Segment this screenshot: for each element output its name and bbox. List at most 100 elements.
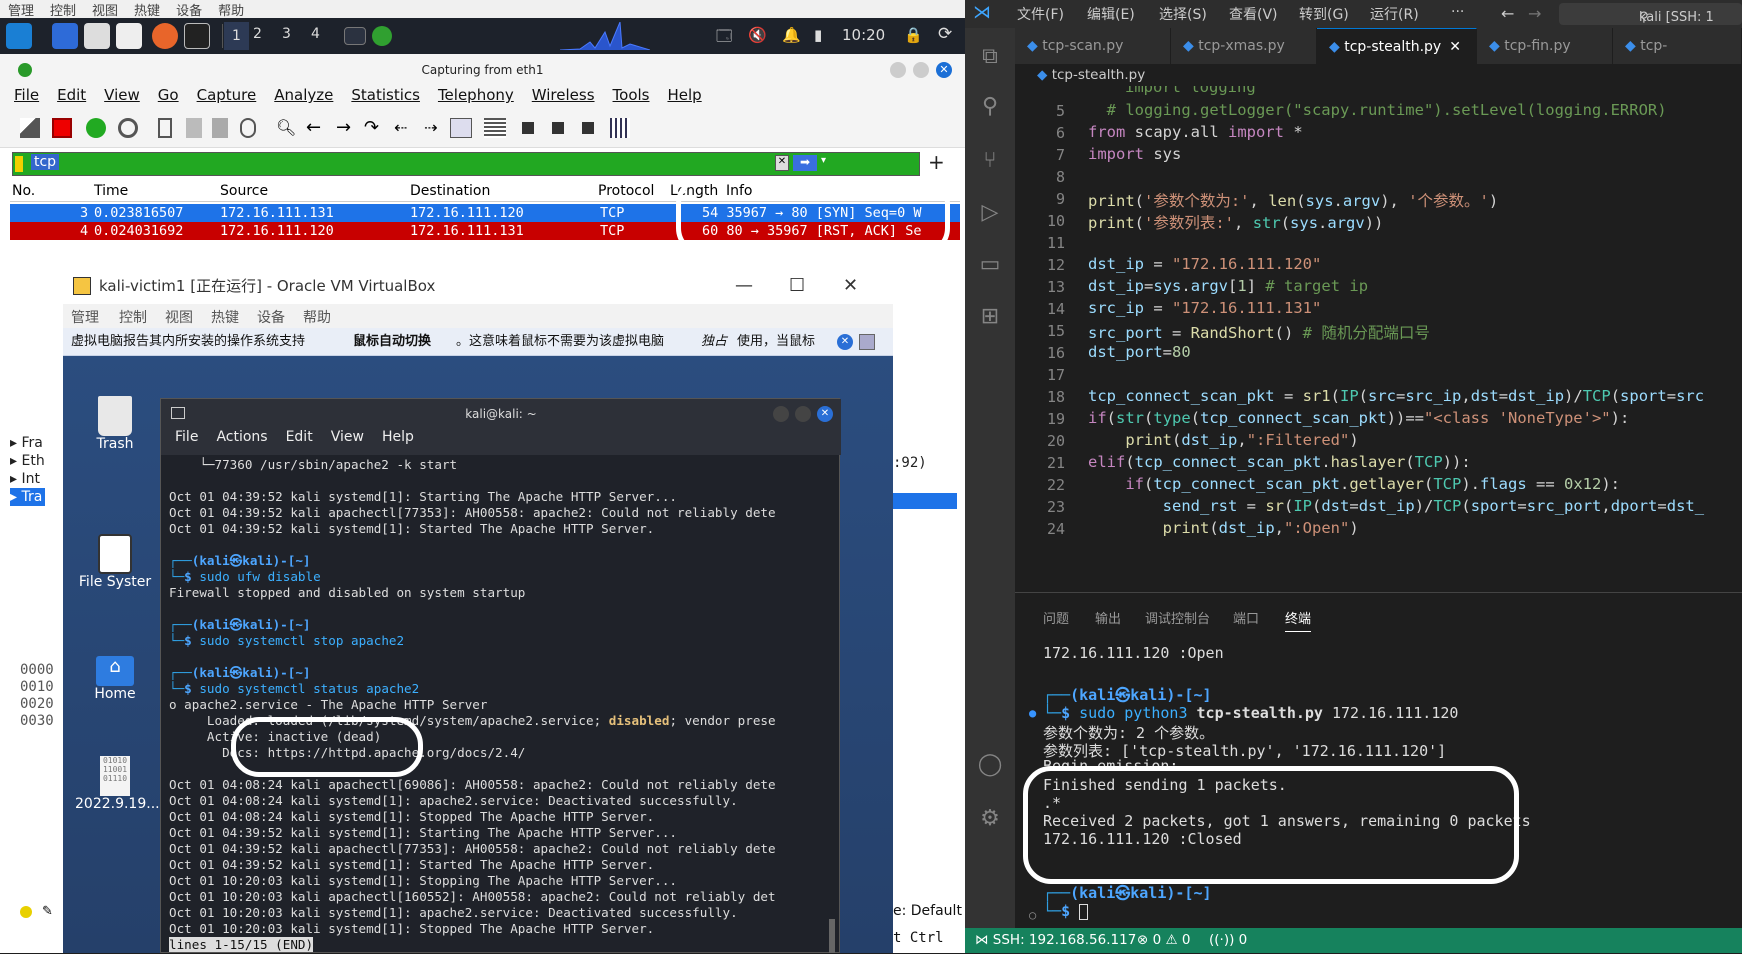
menu-go[interactable]: Go [158,86,179,104]
vbox-menu-item[interactable]: 设备 [257,307,285,327]
detail-row[interactable]: ▸ Int [10,470,45,488]
terminal-menu-item[interactable]: Help [382,429,414,445]
power-icon[interactable]: ⟳ [938,24,952,44]
kali-menu-icon[interactable] [6,23,32,49]
problems-indicator[interactable]: ⊗ 0 ⚠ 0 [1137,928,1191,953]
vs-menu-file[interactable]: 文件(F) [1017,4,1064,24]
terminal-close-button[interactable]: ✕ [817,406,833,422]
vbox-menu-item[interactable]: 热键 [211,307,239,327]
ports-indicator[interactable]: ((·)) 0 [1209,928,1247,953]
terminal-maximize-button[interactable] [795,406,811,422]
autoscroll-icon[interactable] [450,118,472,138]
goto-packet-icon[interactable]: ↷ [364,118,384,138]
resize-columns-icon[interactable] [610,118,630,138]
remote-explorer-icon[interactable]: ▭ [976,252,1004,280]
menu-wireless[interactable]: Wireless [532,86,595,104]
desktop-icon-file[interactable]: 01010 11001 01110 2022.9.19... [75,756,160,812]
battery-icon[interactable]: ▮ [814,26,822,44]
menu-view[interactable]: View [104,86,140,104]
workspace-4[interactable]: 4 [311,26,320,42]
profile-label[interactable]: e: Default [893,903,962,919]
host-menu-item[interactable]: 控制 [50,4,76,19]
close-tab-icon[interactable]: ✕ [1449,39,1461,55]
save-file-icon[interactable] [186,118,202,138]
vbox-maximize-button[interactable]: ☐ [789,268,805,304]
terminal-output[interactable]: └─77360 /usr/sbin/apache2 -k start Oct 0… [169,457,839,954]
col-source[interactable]: Source [220,183,268,199]
panel-tab-problems[interactable]: 问题 [1043,608,1069,627]
vs-menu-goto[interactable]: 转到(G) [1299,4,1349,24]
notification-icon[interactable]: 🗔 [716,26,732,51]
detail-row[interactable]: ▸ Fra [10,434,45,452]
terminal-menu-item[interactable]: File [175,429,198,445]
menu-help[interactable]: Help [667,86,701,104]
zoom-normal-icon[interactable] [582,122,594,134]
nav-forward-icon[interactable]: → [1528,4,1541,23]
edit-comment-icon[interactable]: ✎ [42,904,53,919]
desktop-icon-filesystem[interactable]: File Syster [75,534,155,590]
host-menu-item[interactable]: 热键 [134,4,160,19]
panel-tab-output[interactable]: 输出 [1095,608,1121,627]
terminal-scrollbar[interactable] [829,919,835,953]
first-packet-icon[interactable]: ⇠ [394,118,414,138]
find-icon[interactable]: 🔍︎ [276,118,296,138]
search-icon[interactable]: ⚲ [976,94,1004,122]
menu-tools[interactable]: Tools [613,86,650,104]
vs-menu-edit[interactable]: 编辑(E) [1087,4,1135,24]
stop-capture-icon[interactable] [52,118,72,138]
close-file-icon[interactable] [212,118,228,138]
clear-filter-icon[interactable]: ✕ [775,155,789,171]
minimize-button[interactable] [890,62,906,78]
vs-menu-more[interactable]: ··· [1451,4,1464,20]
tab-tcp-more[interactable]: ◆ tcp- [1613,28,1742,64]
desktop-icon-trash[interactable]: Trash [75,396,155,452]
host-menu-item[interactable]: 管理 [8,4,34,19]
notice-close-icon[interactable]: ✕ [837,334,853,350]
packet-row[interactable]: 3 0.023816507 172.16.111.131 172.16.111.… [10,204,960,222]
capture-options-icon[interactable] [118,118,138,138]
terminal-menu-item[interactable]: Edit [286,429,313,445]
notice-mouse-icon[interactable] [859,334,875,350]
close-button[interactable]: ✕ [936,62,952,78]
settings-gear-icon[interactable]: ⚙ [976,806,1004,834]
terminal-minimize-button[interactable] [773,406,789,422]
mute-icon[interactable]: 🔇 [748,26,767,44]
tab-tcp-xmas[interactable]: ◆ tcp-xmas.py [1171,28,1317,64]
desktop-icon[interactable] [52,23,78,49]
panel-tab-debug-console[interactable]: 调试控制台 [1145,608,1210,627]
col-time[interactable]: Time [94,183,128,199]
lock-icon[interactable]: 🔒 [904,26,923,44]
breadcrumb[interactable]: ◆ tcp-stealth.py [1015,64,1742,86]
command-decoration-icon[interactable]: ● [1029,706,1036,720]
panel-tab-ports[interactable]: 端口 [1233,608,1259,627]
col-length[interactable]: Length [670,183,718,199]
vbox-close-button[interactable]: ✕ [843,268,858,304]
packet-row[interactable]: 4 0.024031692 172.16.111.120 172.16.111.… [10,222,960,240]
menu-statistics[interactable]: Statistics [351,86,420,104]
restart-capture-icon[interactable] [86,118,106,138]
desktop-icon-home[interactable]: ⌂ Home [75,656,155,702]
filter-dropdown-icon[interactable]: ▾ [821,155,826,166]
panel-tab-terminal[interactable]: 终端 [1285,608,1312,632]
tab-tcp-fin[interactable]: ◆ tcp-fin.py [1477,28,1613,64]
vbox-menu-item[interactable]: 管理 [71,307,99,327]
source-control-icon[interactable]: ⑂ [976,148,1004,176]
account-icon[interactable]: ◯ [976,752,1004,780]
explorer-icon[interactable]: ⧉ [976,44,1004,72]
menu-telephony[interactable]: Telephony [438,86,514,104]
apply-filter-icon[interactable]: ➡ [793,155,817,171]
workspace-2[interactable]: 2 [253,26,262,42]
tab-tcp-scan[interactable]: ◆ tcp-scan.py [1015,28,1171,64]
run-debug-icon[interactable]: ▷ [976,200,1004,228]
shark-fin-start-icon[interactable] [20,118,40,138]
detail-row[interactable]: ▸ Eth [10,452,45,470]
integrated-terminal[interactable]: 172.16.111.120 :Open ┌──(kali㉿kali)-[~] … [1015,640,1742,930]
vbox-minimize-button[interactable]: — [735,268,753,304]
extensions-icon[interactable]: ⊞ [976,304,1004,332]
col-protocol[interactable]: Protocol [598,183,654,199]
host-menu-item[interactable]: 视图 [92,4,118,19]
files-icon[interactable] [84,23,110,49]
menu-analyze[interactable]: Analyze [274,86,333,104]
display-filter-input[interactable]: tcp ✕ ➡ ▾ [12,152,920,176]
last-packet-icon[interactable]: ⇢ [424,118,444,138]
